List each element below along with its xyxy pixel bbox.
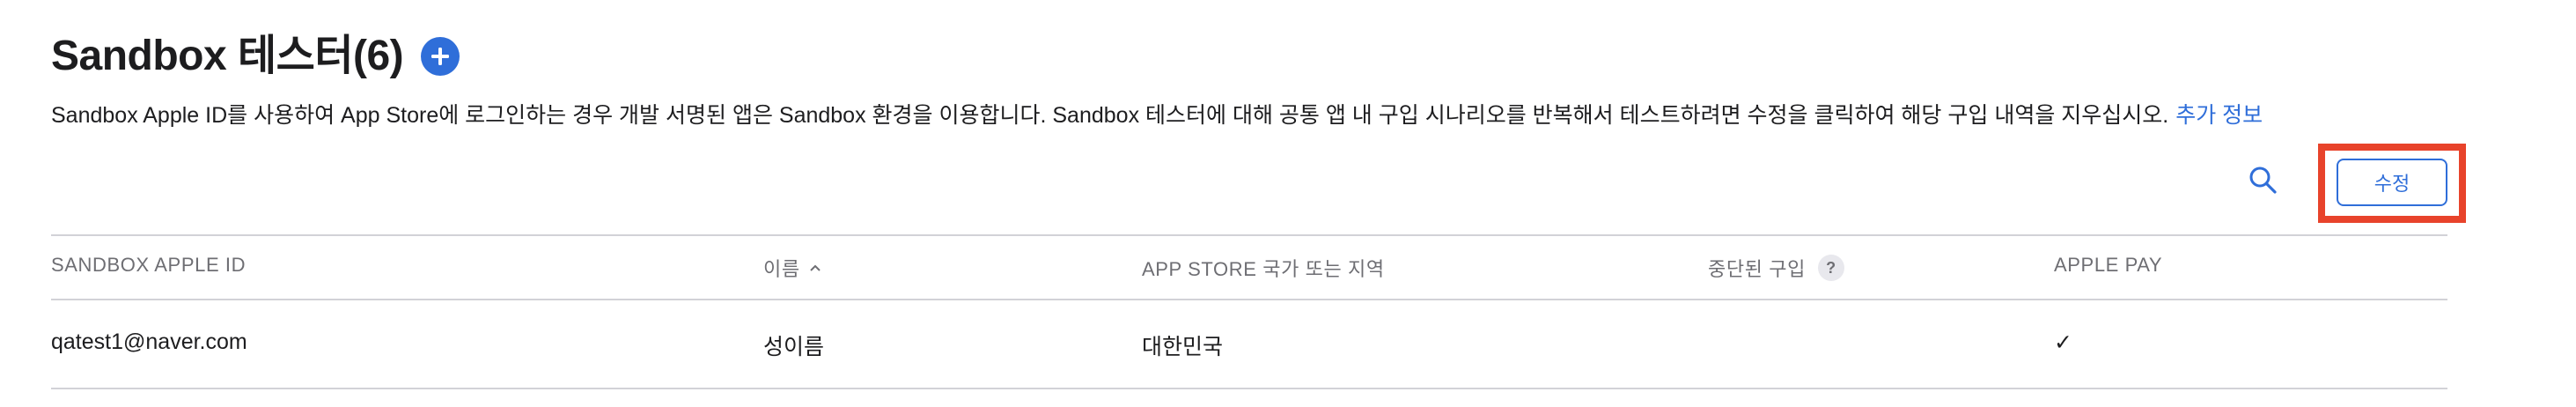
search-icon	[2249, 166, 2277, 194]
more-info-link[interactable]: 추가 정보	[2175, 103, 2263, 128]
column-header-interrupted: 중단된 구입 ?	[1708, 254, 1844, 282]
cell-apple-id: qatest1@naver.com	[51, 329, 247, 354]
title-row: Sandbox 테스터(6)	[51, 30, 460, 83]
column-header-region: APP STORE 국가 또는 지역	[1142, 254, 1385, 282]
edit-button[interactable]: 수정	[2337, 159, 2447, 206]
search-button[interactable]	[2243, 160, 2282, 199]
column-header-name[interactable]: 이름	[763, 254, 821, 282]
table-header-divider	[51, 299, 2447, 300]
column-header-apple-pay-label: APPLE PAY	[2054, 254, 2163, 276]
column-header-name-label: 이름	[763, 258, 800, 280]
description: Sandbox Apple ID를 사용하여 App Store에 로그인하는 …	[51, 100, 2263, 130]
column-header-apple-pay: APPLE PAY	[2054, 254, 2162, 277]
column-header-region-label: APP STORE 국가 또는 지역	[1142, 258, 1385, 280]
cell-apple-pay: ✓	[2054, 330, 2072, 355]
column-header-interrupted-label: 중단된 구입	[1708, 258, 1806, 280]
column-header-apple-id-label: SANDBOX APPLE ID	[51, 254, 247, 276]
help-icon[interactable]: ?	[1817, 255, 1844, 281]
table-row-divider	[51, 388, 2447, 389]
plus-circle-icon	[431, 48, 450, 65]
description-text: Sandbox Apple ID를 사용하여 App Store에 로그인하는 …	[51, 103, 2169, 128]
column-header-apple-id: SANDBOX APPLE ID	[51, 254, 246, 277]
table-top-divider	[51, 234, 2447, 236]
add-tester-button[interactable]	[421, 37, 460, 76]
cell-name: 성이름	[763, 335, 825, 359]
page-title: Sandbox 테스터(6)	[51, 33, 404, 79]
sort-ascending-icon	[809, 263, 821, 272]
cell-region: 대한민국	[1142, 335, 1224, 359]
